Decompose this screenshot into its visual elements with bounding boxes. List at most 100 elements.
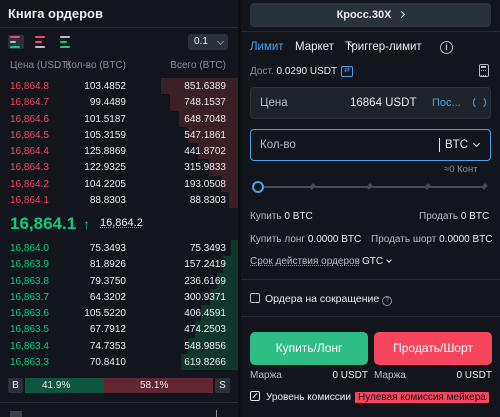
reduce-only-checkbox[interactable] bbox=[250, 293, 260, 303]
help-icon[interactable]: ? bbox=[382, 296, 393, 306]
qty-unit: BTC bbox=[445, 139, 468, 151]
asks-list: 16,864.8 103.4852 851.6389 16,864.7 99.4489 7… bbox=[0, 78, 238, 209]
tab-limit[interactable]: Лимит bbox=[250, 41, 284, 53]
orderbook-row[interactable]: 16,864.6 101.5187 648.7048 bbox=[0, 110, 238, 127]
row-price: 16,864.2 bbox=[10, 178, 49, 190]
margin-mode-button[interactable]: Кросс.30X bbox=[250, 3, 491, 27]
chevron-right-icon bbox=[398, 10, 406, 19]
row-qty: 99.4489 bbox=[89, 97, 126, 109]
row-price: 16,863.6 bbox=[10, 308, 49, 320]
transfer-icon[interactable]: ⇄ bbox=[341, 66, 353, 77]
row-total: 236.6169 bbox=[184, 275, 226, 287]
row-qty: 103.4852 bbox=[84, 81, 126, 92]
order-form-panel: Кросс.30X Лимит Маркет Триггер-лимит i Д… bbox=[241, 0, 500, 417]
reduce-only-option[interactable]: Ордера на сокращение? bbox=[250, 293, 393, 306]
buy-amount-label: Купить bbox=[250, 211, 282, 222]
orderbook-row[interactable]: 16,863.8 79.3750 236.6169 bbox=[0, 272, 238, 289]
row-price: 16,863.8 bbox=[10, 275, 49, 287]
row-qty: 74.7353 bbox=[89, 340, 126, 352]
sell-margin-value: 0 USDT bbox=[456, 370, 492, 381]
row-total: 648.7048 bbox=[184, 113, 226, 125]
last-price: 16,864.1 bbox=[10, 214, 77, 233]
row-qty: 105.3159 bbox=[84, 129, 126, 141]
sell-short-button[interactable]: Продать/Шорт bbox=[374, 332, 492, 365]
buy-long-button[interactable]: Купить/Лонг bbox=[250, 332, 368, 365]
arrow-up-icon: ↑ bbox=[83, 216, 90, 232]
available-label: Дост. bbox=[250, 66, 274, 77]
orderbook-row[interactable]: 16,864.1 88.8303 88.8303 bbox=[0, 192, 238, 209]
row-price: 16,864.1 bbox=[10, 195, 49, 207]
chevron-down-icon bbox=[216, 37, 225, 46]
orderbook-row[interactable]: 16,864.2 104.2205 193.0508 bbox=[0, 175, 238, 193]
slider-tick[interactable] bbox=[309, 183, 316, 190]
time-in-force-label[interactable]: Срок действия ордеров bbox=[250, 256, 360, 267]
orderbook-row[interactable]: 16,863.5 67.7912 474.2503 bbox=[0, 321, 238, 338]
buy-long-amount: Купить лонг 0.0000 BTC bbox=[250, 234, 361, 245]
view-asks-icon[interactable] bbox=[33, 35, 49, 49]
view-mode-switcher bbox=[8, 35, 74, 49]
view-both-icon[interactable] bbox=[8, 35, 24, 49]
price-input[interactable]: Цена 16864 USDT Пос... bbox=[250, 87, 491, 119]
buy-sell-ratio: B 41.9% 58.1% S bbox=[8, 378, 230, 393]
row-total: 748.1537 bbox=[184, 97, 226, 109]
time-in-force-select[interactable]: GTC bbox=[362, 256, 392, 267]
last-price-row: 16,864.1 ↑ 16,864.2 bbox=[10, 214, 230, 236]
orderbook-row[interactable]: 16,863.4 74.7353 548.9856 bbox=[0, 337, 238, 355]
price-value[interactable]: 16864 USDT bbox=[350, 97, 416, 109]
orderbook-row[interactable]: 16,864.5 105.3159 547.1861 bbox=[0, 126, 238, 144]
row-total: 474.2503 bbox=[184, 324, 226, 336]
orderbook-row[interactable]: 16,863.9 81.8926 157.2419 bbox=[0, 256, 238, 273]
mark-price[interactable]: 16,864.2 bbox=[100, 217, 143, 229]
calculator-icon[interactable] bbox=[479, 64, 489, 77]
chevron-down-icon bbox=[472, 139, 481, 148]
row-qty: 81.8926 bbox=[89, 259, 126, 271]
orderbook-row[interactable]: 16,864.4 125.8869 441.8702 bbox=[0, 143, 238, 160]
qty-input[interactable]: Кол-во BTC bbox=[250, 129, 491, 161]
order-book-panel: Книга ордеров 0.1 Цена (USDT) Кол-во (BT… bbox=[0, 0, 238, 417]
slider-tick[interactable] bbox=[481, 183, 488, 190]
slider-tick[interactable] bbox=[366, 183, 373, 190]
sell-short-value: 0.0000 BTC bbox=[439, 234, 493, 245]
qty-slider[interactable] bbox=[252, 180, 489, 193]
row-price: 16,863.9 bbox=[10, 259, 49, 271]
fee-label: Уровень комиссии bbox=[266, 392, 351, 403]
order-book-title: Книга ордеров bbox=[8, 6, 103, 21]
sell-margin: Маржа 0 USDT bbox=[374, 370, 492, 381]
fee-tier[interactable]: Уровень комиссии Нулевая комиссия мейкера bbox=[250, 391, 489, 403]
view-bids-icon[interactable] bbox=[58, 35, 74, 49]
orderbook-row[interactable]: 16,863.3 70.8410 619.8266 bbox=[0, 354, 238, 371]
last-price-button[interactable]: Пос... bbox=[432, 97, 461, 109]
precision-select[interactable]: 0.1 bbox=[188, 34, 228, 50]
orderbook-row[interactable]: 16,864.3 122.9325 315.9833 bbox=[0, 159, 238, 176]
row-total: 88.8303 bbox=[189, 195, 226, 207]
row-total: 619.8266 bbox=[184, 357, 226, 369]
divider bbox=[241, 31, 500, 32]
row-total: 548.9856 bbox=[184, 340, 226, 352]
divider bbox=[241, 279, 500, 280]
row-price: 16,864.5 bbox=[10, 129, 49, 141]
sell-amount-value: 0 BTC bbox=[460, 211, 490, 222]
row-qty: 125.8869 bbox=[84, 146, 126, 158]
orderbook-row[interactable]: 16,864.8 103.4852 851.6389 bbox=[0, 78, 238, 95]
buy-ratio-bar: 41.9% bbox=[25, 378, 104, 393]
buy-long-value: 0.0000 BTC bbox=[307, 234, 362, 245]
panel-icon bbox=[216, 410, 222, 417]
orderbook-row[interactable]: 16,864.7 99.4489 748.1537 bbox=[0, 94, 238, 111]
available-balance: Дост. 0.0290 USDT bbox=[250, 66, 337, 77]
slider-tick[interactable] bbox=[424, 183, 431, 190]
refresh-icon[interactable] bbox=[473, 96, 486, 109]
orderbook-row[interactable]: 16,863.7 64.3202 300.9371 bbox=[0, 288, 238, 306]
sell-short-label: Продать шорт bbox=[371, 234, 437, 245]
slider-thumb[interactable] bbox=[252, 180, 264, 193]
header-qty: Кол-во (BTC) bbox=[65, 60, 126, 71]
qty-unit-select[interactable]: BTC bbox=[439, 138, 481, 152]
orderbook-row[interactable]: 16,864.0 75.3493 75.3493 bbox=[0, 240, 238, 257]
fee-icon bbox=[250, 391, 260, 401]
tab-market[interactable]: Маркет bbox=[295, 41, 334, 53]
info-icon[interactable]: i bbox=[440, 41, 453, 54]
sell-short-amount: Продать шорт 0.0000 BTC bbox=[371, 234, 493, 245]
orderbook-row[interactable]: 16,863.6 105.5220 406.4591 bbox=[0, 305, 238, 322]
order-book-header: Цена (USDT) Кол-во (BTC) Всего (BTC) bbox=[0, 60, 238, 74]
fee-badge: Нулевая комиссия мейкера bbox=[354, 392, 489, 403]
row-qty: 67.7912 bbox=[89, 324, 126, 336]
